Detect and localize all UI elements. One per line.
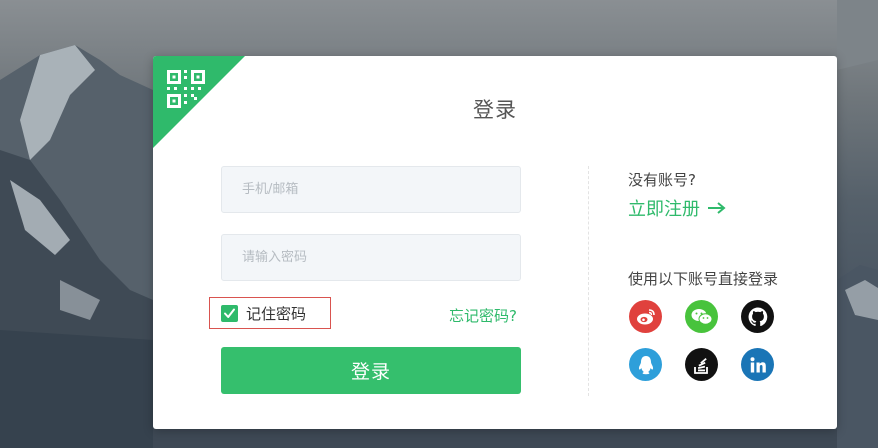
github-icon xyxy=(748,307,767,326)
remember-password-label: 记住密码 xyxy=(246,304,307,323)
register-link[interactable]: 立即注册 xyxy=(628,195,726,221)
qq-icon xyxy=(638,355,653,374)
checkbox-checked-icon[interactable] xyxy=(221,304,238,322)
account-input[interactable] xyxy=(221,166,521,213)
weibo-login-button[interactable] xyxy=(629,300,662,333)
weibo-icon xyxy=(636,308,655,324)
wechat-icon xyxy=(691,308,712,325)
forgot-password-link[interactable]: 忘记密码? xyxy=(449,305,517,326)
page-title: 登录 xyxy=(473,98,517,122)
login-button[interactable]: 登录 xyxy=(221,347,521,394)
github-login-button[interactable] xyxy=(741,300,774,333)
stackoverflow-login-button[interactable] xyxy=(685,348,718,381)
qq-login-button[interactable] xyxy=(629,348,662,381)
remember-password-toggle[interactable]: 记住密码 xyxy=(209,297,331,329)
login-card: 登录 记住密码 忘记密码? 登录 没有账号? 立即注册 使用以下账号直接登录 xyxy=(153,56,837,429)
vertical-divider xyxy=(588,166,589,396)
social-login-title: 使用以下账号直接登录 xyxy=(628,270,779,288)
stackoverflow-icon xyxy=(693,357,708,374)
register-link-label: 立即注册 xyxy=(628,199,700,220)
linkedin-login-button[interactable] xyxy=(741,348,774,381)
wechat-login-button[interactable] xyxy=(685,300,718,333)
arrow-right-icon xyxy=(708,202,726,214)
password-input[interactable] xyxy=(221,234,521,281)
no-account-text: 没有账号? xyxy=(628,171,696,189)
linkedin-icon xyxy=(750,356,766,372)
